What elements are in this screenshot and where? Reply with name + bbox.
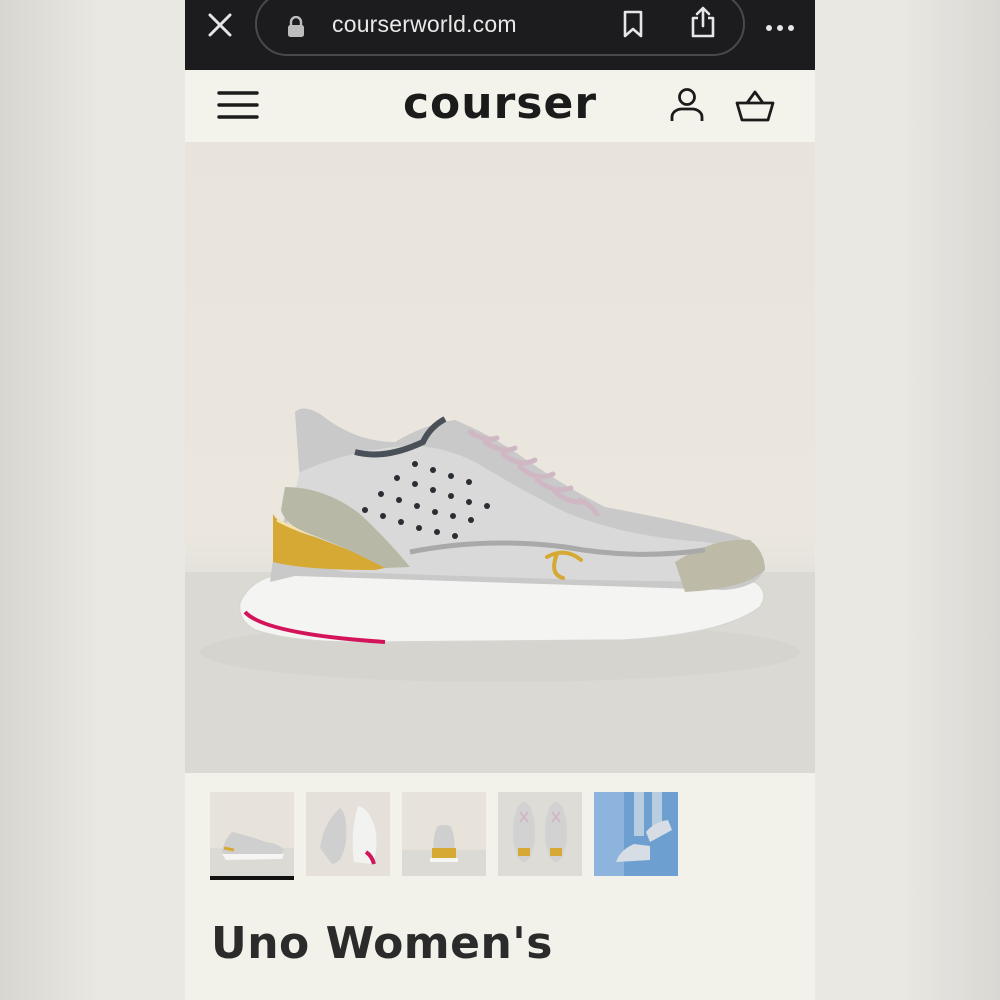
url-text: courserworld.com <box>332 11 517 37</box>
close-icon[interactable] <box>205 10 235 40</box>
lock-icon <box>287 15 305 38</box>
thumbnail-sole[interactable] <box>306 792 390 876</box>
product-hero-image[interactable] <box>185 142 815 773</box>
bookmark-icon[interactable] <box>622 10 644 38</box>
browser-toolbar: courserworld.com <box>185 0 815 70</box>
cart-icon[interactable] <box>735 89 775 123</box>
brand-logo[interactable]: courser <box>185 78 815 129</box>
more-icon[interactable] <box>765 18 795 31</box>
thumbnail-back[interactable] <box>402 792 486 876</box>
product-title: Uno Women's <box>211 918 553 969</box>
account-icon[interactable] <box>669 87 705 123</box>
phone-screen: courserworld.com courser Uno Women's <box>185 0 815 1000</box>
thumbnail-side[interactable] <box>210 792 294 880</box>
address-bar[interactable]: courserworld.com <box>255 0 745 56</box>
share-icon[interactable] <box>689 6 717 38</box>
thumbnail-top[interactable] <box>498 792 582 876</box>
thumbnail-worn[interactable] <box>594 792 678 876</box>
site-header: courser <box>185 70 815 142</box>
thumbnail-strip <box>210 792 810 882</box>
